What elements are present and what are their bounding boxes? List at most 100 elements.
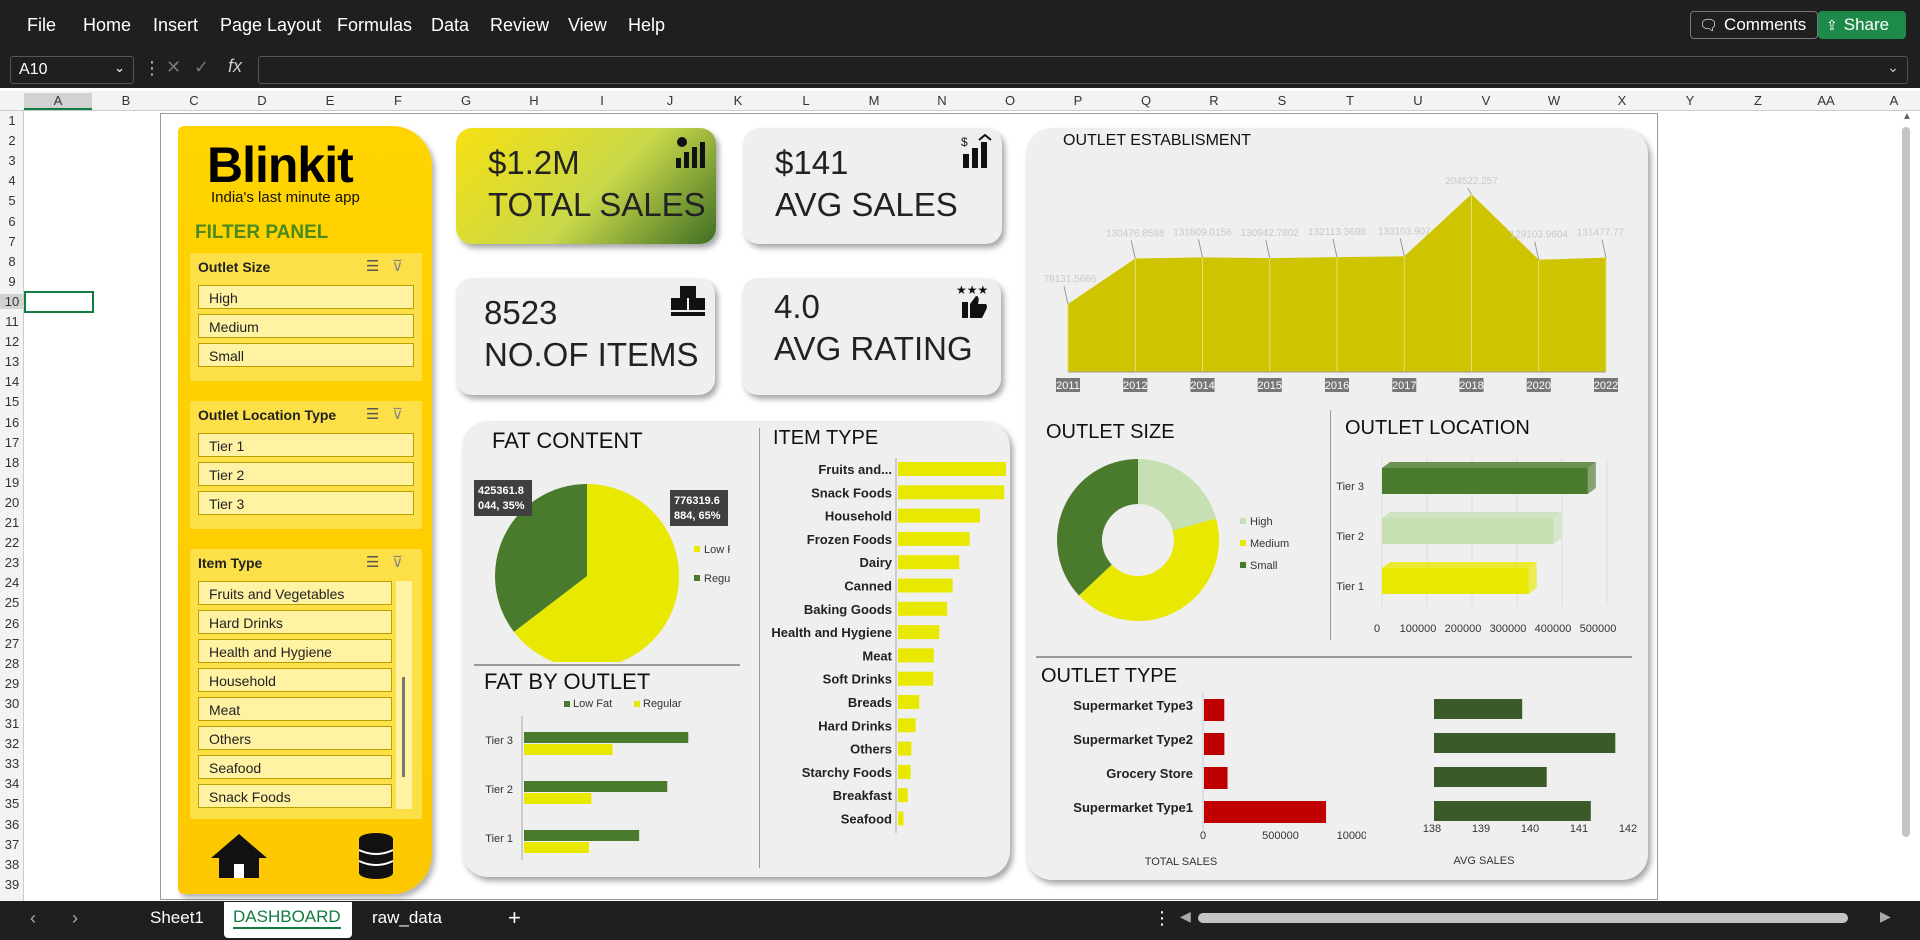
row-header[interactable]: 26 — [0, 616, 24, 631]
row-header[interactable]: 23 — [0, 555, 24, 570]
scroll-thumb[interactable] — [402, 677, 405, 777]
row-header[interactable]: 1 — [0, 113, 24, 128]
row-header[interactable]: 12 — [0, 334, 24, 349]
column-header[interactable]: E — [296, 93, 364, 108]
row-header[interactable]: 25 — [0, 595, 24, 610]
horizontal-scrollbar[interactable] — [1198, 913, 1848, 923]
column-header[interactable]: W — [1520, 93, 1588, 108]
more-options-icon[interactable]: ⋮ — [1153, 908, 1171, 929]
row-header[interactable]: 9 — [0, 274, 24, 289]
scroll-thumb[interactable] — [1902, 127, 1910, 837]
slicer-item-small[interactable]: Small — [198, 343, 414, 367]
row-header[interactable]: 33 — [0, 756, 24, 771]
multi-select-icon[interactable]: ☰ — [366, 257, 379, 275]
column-header[interactable]: O — [976, 93, 1044, 108]
row-header[interactable]: 6 — [0, 214, 24, 229]
row-header[interactable]: 17 — [0, 435, 24, 450]
row-header[interactable]: 8 — [0, 254, 24, 269]
selected-cell[interactable] — [24, 291, 94, 313]
row-header[interactable]: 7 — [0, 234, 24, 249]
menu-data[interactable]: Data — [431, 15, 469, 36]
column-header[interactable]: C — [160, 93, 228, 108]
column-header[interactable]: D — [228, 93, 296, 108]
slicer-item-tier-3[interactable]: Tier 3 — [198, 491, 414, 515]
menu-help[interactable]: Help — [628, 15, 665, 36]
column-header[interactable]: Q — [1112, 93, 1180, 108]
vertical-scrollbar[interactable]: ▲ — [1898, 111, 1912, 901]
row-header[interactable]: 35 — [0, 796, 24, 811]
row-header[interactable]: 19 — [0, 475, 24, 490]
tab-raw-data[interactable]: raw_data — [372, 908, 442, 928]
column-header[interactable]: A — [1860, 93, 1920, 108]
slicer-item-tier-2[interactable]: Tier 2 — [198, 462, 414, 486]
expand-icon[interactable]: ⌄ — [1887, 59, 1899, 76]
row-header[interactable]: 29 — [0, 676, 24, 691]
row-header[interactable]: 22 — [0, 535, 24, 550]
slicer-item[interactable]: Household — [198, 668, 392, 692]
column-header[interactable]: U — [1384, 93, 1452, 108]
slicer-item[interactable]: Meat — [198, 697, 392, 721]
column-header[interactable]: X — [1588, 93, 1656, 108]
row-header[interactable]: 27 — [0, 636, 24, 651]
menu-review[interactable]: Review — [490, 15, 549, 36]
row-header[interactable]: 4 — [0, 173, 24, 188]
slicer-item[interactable]: Fruits and Vegetables — [198, 581, 392, 605]
slicer-item[interactable]: Health and Hygiene — [198, 639, 392, 663]
slicer-scrollbar[interactable] — [396, 581, 412, 809]
more-icon[interactable]: ⋮ — [143, 58, 161, 79]
row-header[interactable]: 13 — [0, 354, 24, 369]
menu-file[interactable]: File — [27, 15, 56, 36]
enter-icon[interactable]: ✓ — [194, 57, 209, 78]
tab-sheet1[interactable]: Sheet1 — [150, 908, 204, 928]
row-header[interactable]: 24 — [0, 575, 24, 590]
multi-select-icon[interactable]: ☰ — [366, 405, 379, 423]
row-header[interactable]: 31 — [0, 716, 24, 731]
column-header[interactable]: F — [364, 93, 432, 108]
slicer-item[interactable]: Seafood — [198, 755, 392, 779]
row-header[interactable]: 10 — [0, 293, 24, 309]
column-header[interactable]: T — [1316, 93, 1384, 108]
menu-page-layout[interactable]: Page Layout — [220, 15, 321, 36]
add-sheet-icon[interactable]: + — [508, 905, 521, 931]
slicer-item-medium[interactable]: Medium — [198, 314, 414, 338]
column-header[interactable]: P — [1044, 93, 1112, 108]
menu-insert[interactable]: Insert — [153, 15, 198, 36]
column-header[interactable]: R — [1180, 93, 1248, 108]
scroll-right-icon[interactable]: ▶ — [1880, 908, 1891, 925]
scroll-up-icon[interactable]: ▲ — [1902, 111, 1912, 122]
row-header[interactable]: 34 — [0, 776, 24, 791]
column-header[interactable]: N — [908, 93, 976, 108]
row-header[interactable]: 30 — [0, 696, 24, 711]
column-header[interactable]: M — [840, 93, 908, 108]
home-icon[interactable] — [209, 832, 269, 885]
share-button[interactable]: ⇪ Share — [1818, 11, 1906, 39]
row-header[interactable]: 18 — [0, 455, 24, 470]
column-header[interactable]: AA — [1792, 93, 1860, 108]
multi-select-icon[interactable]: ☰ — [366, 553, 379, 571]
row-header[interactable]: 28 — [0, 656, 24, 671]
row-header[interactable]: 21 — [0, 515, 24, 530]
menu-formulas[interactable]: Formulas — [337, 15, 412, 36]
slicer-item-high[interactable]: High — [198, 285, 414, 309]
tab-dashboard[interactable]: DASHBOARD — [233, 907, 341, 929]
row-header[interactable]: 5 — [0, 193, 24, 208]
column-header[interactable]: B — [92, 93, 160, 108]
row-header[interactable]: 32 — [0, 736, 24, 751]
column-header[interactable]: H — [500, 93, 568, 108]
row-header[interactable]: 14 — [0, 374, 24, 389]
comments-button[interactable]: 🗨 Comments — [1690, 11, 1818, 39]
column-header[interactable]: Z — [1724, 93, 1792, 108]
menu-view[interactable]: View — [568, 15, 607, 36]
row-header[interactable]: 39 — [0, 877, 24, 892]
cancel-icon[interactable]: ✕ — [166, 57, 181, 78]
column-header[interactable]: A — [24, 93, 92, 110]
scroll-left-icon[interactable]: ◀ — [1180, 908, 1191, 925]
prev-sheet-icon[interactable]: ‹ — [30, 908, 36, 929]
column-header[interactable]: V — [1452, 93, 1520, 108]
slicer-item-tier-1[interactable]: Tier 1 — [198, 433, 414, 457]
clear-filter-icon[interactable]: ⊽ — [392, 257, 403, 275]
row-header[interactable]: 37 — [0, 837, 24, 852]
menu-home[interactable]: Home — [83, 15, 131, 36]
slicer-item[interactable]: Hard Drinks — [198, 610, 392, 634]
row-header[interactable]: 11 — [0, 314, 24, 329]
